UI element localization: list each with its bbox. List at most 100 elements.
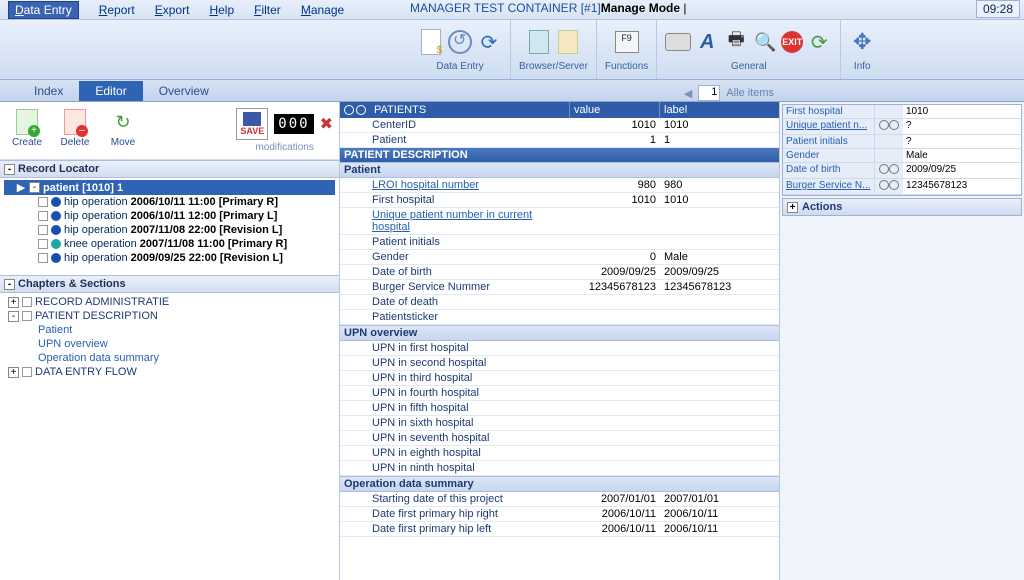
checkbox-icon[interactable] bbox=[38, 225, 48, 235]
data-row[interactable]: Patientsticker bbox=[340, 310, 779, 325]
tab-index[interactable]: Index bbox=[18, 81, 79, 101]
expander-icon[interactable]: - bbox=[8, 311, 19, 322]
menu-export[interactable]: Export bbox=[155, 3, 190, 17]
field-value: 1010 bbox=[570, 193, 660, 207]
chapter-item[interactable]: +RECORD ADMINISTRATIE bbox=[4, 295, 335, 309]
field-name: UPN in sixth hospital bbox=[368, 416, 570, 430]
chapter-item[interactable]: -PATIENT DESCRIPTION bbox=[4, 309, 335, 323]
field-name: UPN in second hospital bbox=[368, 356, 570, 370]
data-grid[interactable]: PATIENTS value label CenterID10101010Pat… bbox=[340, 102, 780, 580]
create-button[interactable]: + Create bbox=[6, 108, 48, 148]
property-row[interactable]: First hospital1010 bbox=[783, 105, 1021, 119]
data-row[interactable]: Gender0Male bbox=[340, 250, 779, 265]
save-icon[interactable]: SAVE bbox=[236, 108, 268, 140]
checkbox-icon[interactable] bbox=[22, 367, 32, 377]
collapse-icon[interactable]: - bbox=[4, 279, 15, 290]
data-row[interactable]: UPN in seventh hospital bbox=[340, 431, 779, 446]
fn-key-icon[interactable]: F9 bbox=[614, 29, 640, 55]
page-number[interactable]: 1 bbox=[698, 85, 720, 101]
print-icon[interactable]: 🖶 bbox=[723, 29, 749, 55]
data-row[interactable]: Burger Service Nummer1234567812312345678… bbox=[340, 280, 779, 295]
menu-help[interactable]: Help bbox=[209, 3, 234, 17]
chapters-header[interactable]: - Chapters & Sections bbox=[0, 275, 339, 293]
keyboard-icon[interactable] bbox=[665, 29, 691, 55]
property-row[interactable]: Unique patient n...? bbox=[783, 119, 1021, 135]
cancel-mods-icon[interactable]: ✖ bbox=[320, 114, 333, 134]
operation-item[interactable]: hip operation 2006/10/11 11:00 [Primary … bbox=[4, 195, 335, 209]
property-row[interactable]: Patient initials? bbox=[783, 135, 1021, 149]
search-icon[interactable]: 🔍 bbox=[752, 29, 778, 55]
collapse-icon[interactable]: - bbox=[4, 164, 15, 175]
checkbox-icon[interactable] bbox=[38, 239, 48, 249]
property-label: Patient initials bbox=[783, 135, 875, 148]
chapter-item[interactable]: +DATA ENTRY FLOW bbox=[4, 365, 335, 379]
font-icon[interactable]: A bbox=[694, 29, 720, 55]
data-row[interactable]: Date of birth2009/09/252009/09/25 bbox=[340, 265, 779, 280]
data-row[interactable]: UPN in sixth hospital bbox=[340, 416, 779, 431]
menu-data-entry[interactable]: Data Entry bbox=[8, 1, 79, 19]
menu-manage[interactable]: Manage bbox=[301, 3, 344, 17]
data-row[interactable]: LROI hospital number980980 bbox=[340, 178, 779, 193]
record-locator-header[interactable]: - Record Locator bbox=[0, 160, 339, 178]
data-row[interactable]: Unique patient number in current hospita… bbox=[340, 208, 779, 235]
section-link[interactable]: UPN overview bbox=[38, 338, 108, 350]
property-label: Gender bbox=[783, 149, 875, 162]
data-row[interactable]: Patient11 bbox=[340, 133, 779, 148]
operation-item[interactable]: hip operation 2006/10/11 12:00 [Primary … bbox=[4, 209, 335, 223]
operation-item[interactable]: hip operation 2009/09/25 22:00 [Revision… bbox=[4, 251, 335, 265]
expander-icon[interactable]: + bbox=[8, 367, 19, 378]
data-row[interactable]: UPN in eighth hospital bbox=[340, 446, 779, 461]
ribbon-group-data-entry: ⟳ Data Entry bbox=[410, 20, 511, 79]
patient-node[interactable]: ▶ - patient [1010] 1 bbox=[4, 180, 335, 195]
data-row[interactable]: UPN in second hospital bbox=[340, 356, 779, 371]
refresh-green-icon[interactable]: ⟳ bbox=[806, 29, 832, 55]
data-row[interactable]: Date first primary hip right2006/10/1120… bbox=[340, 507, 779, 522]
checkbox-icon[interactable] bbox=[22, 311, 32, 321]
field-name: Date of birth bbox=[368, 265, 570, 279]
data-row[interactable]: Date of death bbox=[340, 295, 779, 310]
field-name: UPN in fourth hospital bbox=[368, 386, 570, 400]
actions-header[interactable]: +Actions bbox=[782, 198, 1022, 216]
data-row[interactable]: UPN in fifth hospital bbox=[340, 401, 779, 416]
menu-filter[interactable]: Filter bbox=[254, 3, 281, 17]
data-row[interactable]: UPN in fourth hospital bbox=[340, 386, 779, 401]
checkbox-icon[interactable] bbox=[38, 211, 48, 221]
property-row[interactable]: GenderMale bbox=[783, 149, 1021, 163]
menu-bar: Data EntryReportExportHelpFilterManage M… bbox=[0, 0, 1024, 20]
checkbox-icon[interactable] bbox=[38, 253, 48, 263]
data-row[interactable]: First hospital10101010 bbox=[340, 193, 779, 208]
delete-button[interactable]: – Delete bbox=[54, 108, 96, 148]
row-indicator-icon bbox=[340, 102, 370, 118]
field-value bbox=[570, 208, 660, 234]
exit-icon[interactable]: EXIT bbox=[781, 31, 803, 53]
operation-item[interactable]: knee operation 2007/11/08 11:00 [Primary… bbox=[4, 237, 335, 251]
data-row[interactable]: Starting date of this project2007/01/012… bbox=[340, 492, 779, 507]
refresh-blue-icon[interactable]: ⟳ bbox=[476, 29, 502, 55]
book-yellow-icon[interactable] bbox=[555, 29, 581, 55]
checkbox-icon[interactable] bbox=[38, 197, 48, 207]
data-row[interactable]: UPN in first hospital bbox=[340, 341, 779, 356]
property-row[interactable]: Burger Service N...12345678123 bbox=[783, 179, 1021, 195]
checkbox-icon[interactable] bbox=[22, 297, 32, 307]
property-icons bbox=[875, 105, 903, 118]
history-icon[interactable] bbox=[447, 29, 473, 55]
menu-report[interactable]: Report bbox=[99, 3, 135, 17]
data-row[interactable]: CenterID10101010 bbox=[340, 118, 779, 133]
data-row[interactable]: UPN in ninth hospital bbox=[340, 461, 779, 476]
data-row[interactable]: UPN in third hospital bbox=[340, 371, 779, 386]
move-arrows-icon[interactable]: ✥ bbox=[849, 29, 875, 55]
new-doc-icon[interactable] bbox=[418, 29, 444, 55]
section-link[interactable]: Operation data summary bbox=[38, 352, 159, 364]
expander-icon[interactable]: + bbox=[8, 297, 19, 308]
tab-overview[interactable]: Overview bbox=[143, 81, 225, 101]
book-blue-icon[interactable] bbox=[526, 29, 552, 55]
data-row[interactable]: Date first primary hip left2006/10/11200… bbox=[340, 522, 779, 537]
property-row[interactable]: Date of birth2009/09/25 bbox=[783, 163, 1021, 179]
tab-editor[interactable]: Editor bbox=[79, 81, 142, 101]
data-row[interactable]: Patient initials bbox=[340, 235, 779, 250]
ribbon-group-general: A 🖶 🔍 EXIT ⟳ General bbox=[657, 20, 841, 79]
section-link[interactable]: Patient bbox=[38, 324, 72, 336]
move-button[interactable]: ↻ Move bbox=[102, 108, 144, 148]
status-dot-icon bbox=[51, 225, 61, 235]
operation-item[interactable]: hip operation 2007/11/08 22:00 [Revision… bbox=[4, 223, 335, 237]
